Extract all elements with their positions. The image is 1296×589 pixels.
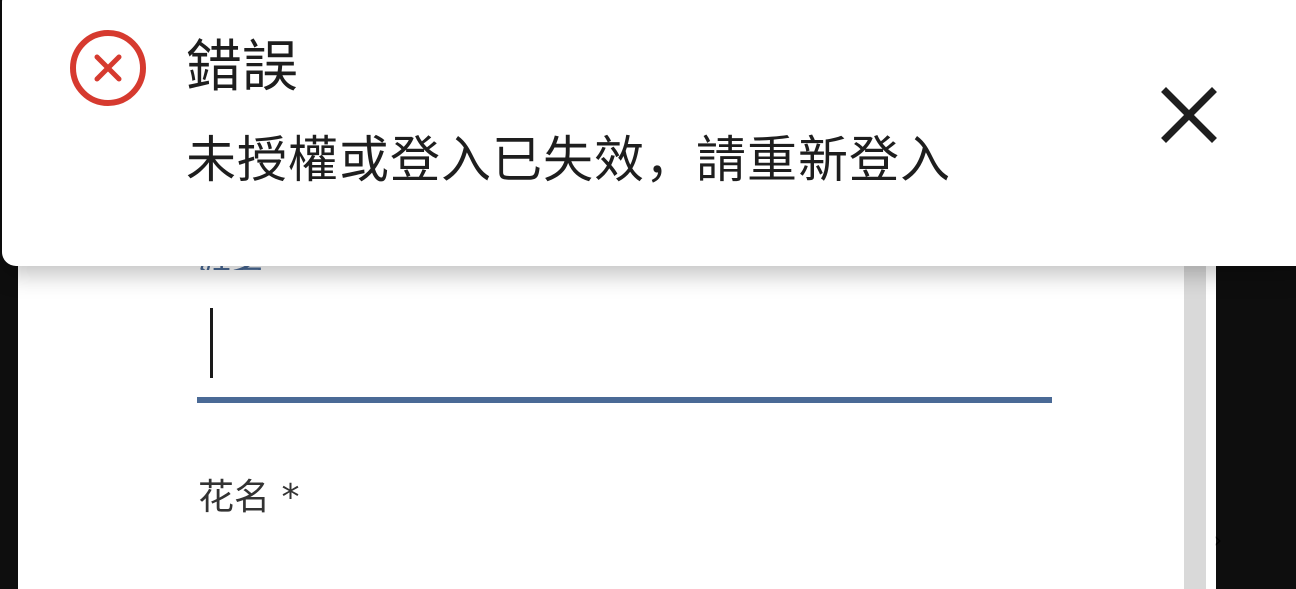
- error-toast: 錯誤 未授權或登入已失效，請重新登入: [2, 0, 1296, 266]
- error-circle-x-icon: [70, 30, 146, 106]
- close-icon[interactable]: [1156, 82, 1222, 148]
- toast-title: 錯誤: [186, 35, 298, 100]
- previous-field-underline[interactable]: [197, 397, 1052, 403]
- text-cursor: [210, 308, 213, 378]
- toast-message: 未授權或登入已失效，請重新登入: [186, 131, 951, 189]
- chevron-right-icon: ›: [1214, 528, 1222, 552]
- app-viewport: 姓名 花名 * › 錯誤 未授權或登入已失效，請重新登入: [0, 0, 1296, 589]
- name-field-label: 花名 *: [198, 477, 300, 518]
